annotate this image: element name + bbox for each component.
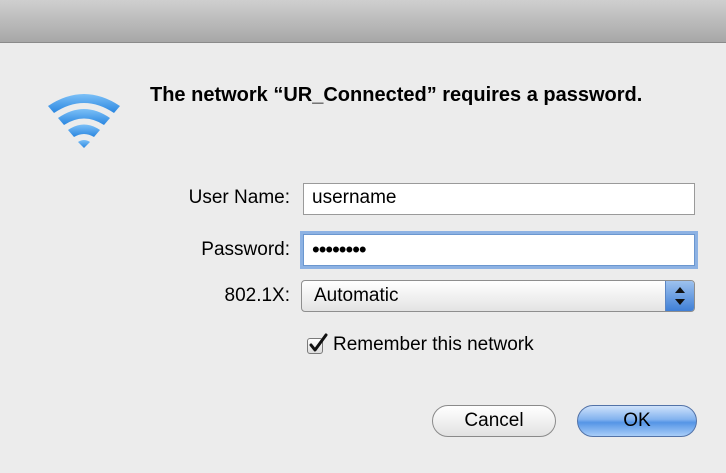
dialog-message: The network “UR_Connected” requires a pa…: [150, 84, 643, 106]
security-select[interactable]: Automatic: [301, 280, 695, 312]
remember-network-label: Remember this network: [333, 334, 534, 355]
cancel-button[interactable]: Cancel: [432, 405, 556, 437]
username-value: username: [312, 187, 397, 208]
up-down-arrows-icon: [665, 281, 694, 311]
security-select-value: Automatic: [314, 285, 399, 306]
username-field[interactable]: username: [303, 183, 695, 215]
username-label: User Name:: [188, 187, 290, 208]
password-value: ••••••••: [312, 237, 367, 262]
password-field[interactable]: ••••••••: [303, 234, 695, 266]
security-label: 802.1X:: [224, 285, 291, 306]
checkmark-icon: [309, 333, 328, 352]
password-label: Password:: [201, 239, 290, 260]
window-titlebar[interactable]: [0, 0, 726, 43]
ok-button[interactable]: OK: [577, 405, 697, 437]
wifi-icon: [44, 90, 124, 150]
remember-network-checkbox[interactable]: [307, 333, 328, 354]
